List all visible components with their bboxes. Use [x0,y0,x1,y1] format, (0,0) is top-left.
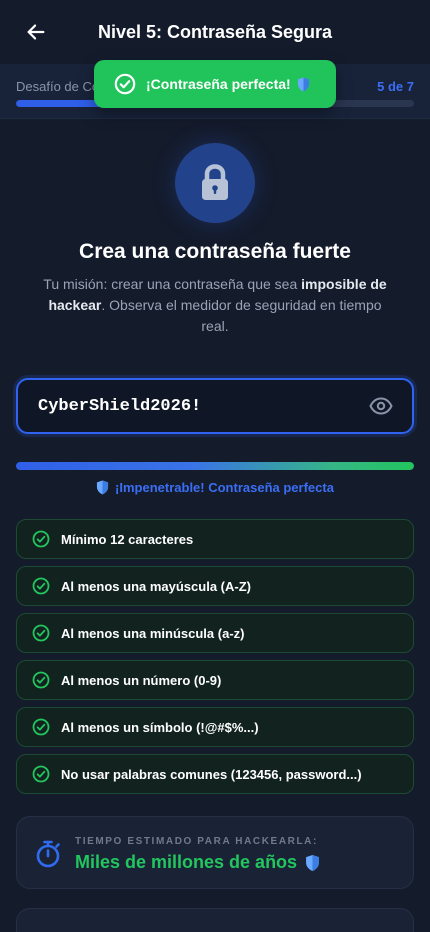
check-circle-icon [32,765,50,783]
requirement-item: No usar palabras comunes (123456, passwo… [16,754,414,794]
stopwatch-icon [36,840,60,868]
check-circle-icon [114,73,136,95]
back-button[interactable] [22,18,50,46]
strength-meter-fill [16,462,414,470]
crack-time-value: Miles de millones de años [75,852,320,873]
requirement-label: Mínimo 12 caracteres [61,531,194,547]
info-card [16,908,414,932]
requirement-label: Al menos un número (0-9) [61,672,222,688]
check-circle-icon [32,718,50,736]
requirement-label: No usar palabras comunes (123456, passwo… [61,766,362,782]
password-input[interactable] [38,396,356,416]
strength-label: ¡Impenetrable! Contraseña perfecta [115,480,334,495]
check-circle-icon [32,530,50,548]
requirement-item: Al menos un símbolo (!@#$%...) [16,707,414,747]
eye-icon [369,397,393,415]
requirement-label: Al menos un símbolo (!@#$%...) [61,719,259,735]
password-field[interactable] [16,378,414,434]
progress-count: 5 de 7 [377,79,414,94]
crack-time-label: TIEMPO ESTIMADO PARA HACKEARLA: [75,836,318,847]
success-toast: ¡Contraseña perfecta! [94,60,336,108]
requirement-item: Al menos una mayúscula (A-Z) [16,566,414,606]
mission-text: Tu misión: crear una contraseña que sea … [40,274,390,337]
requirement-label: Al menos una mayúscula (A-Z) [61,578,251,594]
shield-icon [306,854,320,871]
strength-status: ¡Impenetrable! Contraseña perfecta [0,480,430,495]
toggle-visibility-button[interactable] [368,394,394,418]
page-title: Nivel 5: Contraseña Segura [97,21,333,42]
main-heading: Crea una contraseña fuerte [79,240,351,263]
check-circle-icon [32,577,50,595]
mission-prefix: Tu misión: crear una contraseña que sea [43,276,302,292]
crack-time-card: TIEMPO ESTIMADO PARA HACKEARLA: Miles de… [16,816,414,889]
requirement-item: Mínimo 12 caracteres [16,519,414,559]
mission-suffix: . Observa el medidor de seguridad en tie… [101,297,382,334]
lock-badge [175,143,255,223]
shield-icon [297,77,309,91]
check-circle-icon [32,624,50,642]
arrow-left-icon [27,24,45,40]
check-circle-icon [32,671,50,689]
requirement-label: Al menos una minúscula (a-z) [61,625,245,641]
requirement-item: Al menos una minúscula (a-z) [16,613,414,653]
shield-icon [96,480,109,495]
top-bar: Nivel 5: Contraseña Segura [0,0,430,64]
requirement-item: Al menos un número (0-9) [16,660,414,700]
toast-text: ¡Contraseña perfecta! [146,76,291,92]
lock-icon [202,164,228,200]
crack-time-text: Miles de millones de años [75,852,298,872]
strength-meter [16,462,414,470]
